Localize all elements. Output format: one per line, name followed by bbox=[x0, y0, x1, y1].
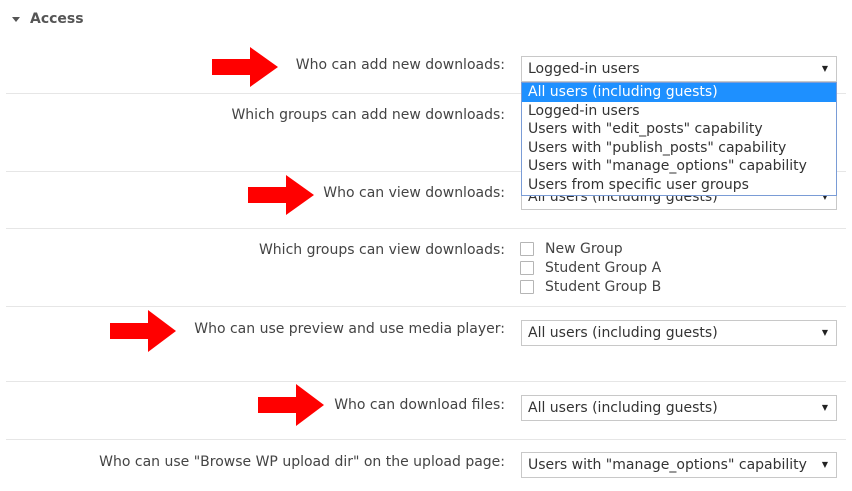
add-downloads-dropdown-list[interactable]: All users (including guests) Logged-in u… bbox=[521, 82, 837, 196]
checkbox-label: New Group bbox=[545, 240, 623, 257]
section-title: Access bbox=[30, 11, 84, 27]
preview-media-label: Who can use preview and use media player… bbox=[194, 321, 505, 337]
row-divider bbox=[6, 381, 846, 382]
dropdown-option[interactable]: Logged-in users bbox=[522, 102, 836, 121]
select-value: Users with "manage_options" capability bbox=[528, 457, 807, 473]
checkbox[interactable] bbox=[520, 279, 534, 294]
browse-upload-dir-select[interactable]: Users with "manage_options" capability ▼ bbox=[521, 452, 837, 478]
download-files-label: Who can download files: bbox=[334, 397, 505, 413]
collapse-triangle-icon bbox=[12, 17, 20, 22]
download-files-select[interactable]: All users (including guests) ▼ bbox=[521, 395, 837, 421]
groups-add-downloads-label: Which groups can add new downloads: bbox=[231, 107, 505, 123]
red-arrow-icon bbox=[212, 47, 278, 87]
chevron-down-icon: ▼ bbox=[821, 328, 828, 337]
red-arrow-icon bbox=[258, 384, 324, 426]
dropdown-option[interactable]: Users from specific user groups bbox=[522, 176, 836, 195]
chevron-down-icon: ▼ bbox=[821, 460, 828, 469]
row-divider bbox=[6, 439, 846, 440]
view-downloads-label: Who can view downloads: bbox=[323, 185, 505, 201]
add-downloads-select[interactable]: Logged-in users ▼ bbox=[521, 56, 837, 82]
red-arrow-icon bbox=[110, 310, 176, 352]
access-section-toggle[interactable]: Access bbox=[12, 9, 84, 29]
group-checkbox-row[interactable]: Student Group A bbox=[520, 258, 661, 277]
group-checkbox-row[interactable]: New Group bbox=[520, 239, 623, 258]
checkbox-label: Student Group B bbox=[545, 278, 662, 295]
row-divider bbox=[6, 228, 846, 229]
add-downloads-label: Who can add new downloads: bbox=[295, 57, 505, 73]
dropdown-option[interactable]: Users with "publish_posts" capability bbox=[522, 139, 836, 158]
select-value: All users (including guests) bbox=[528, 400, 718, 416]
select-value: Logged-in users bbox=[528, 61, 640, 77]
chevron-down-icon: ▼ bbox=[821, 64, 828, 73]
dropdown-option[interactable]: Users with "manage_options" capability bbox=[522, 157, 836, 176]
groups-view-downloads-label: Which groups can view downloads: bbox=[258, 242, 505, 258]
select-value: All users (including guests) bbox=[528, 325, 718, 341]
dropdown-option[interactable]: All users (including guests) bbox=[522, 83, 836, 102]
row-divider bbox=[6, 306, 846, 307]
dropdown-option[interactable]: Users with "edit_posts" capability bbox=[522, 120, 836, 139]
chevron-down-icon: ▼ bbox=[821, 403, 828, 412]
group-checkbox-row[interactable]: Student Group B bbox=[520, 277, 661, 296]
checkbox[interactable] bbox=[520, 260, 534, 275]
red-arrow-icon bbox=[248, 175, 314, 215]
checkbox[interactable] bbox=[520, 241, 534, 256]
checkbox-label: Student Group A bbox=[545, 259, 662, 276]
browse-upload-dir-label: Who can use "Browse WP upload dir" on th… bbox=[99, 454, 505, 470]
preview-media-select[interactable]: All users (including guests) ▼ bbox=[521, 320, 837, 346]
